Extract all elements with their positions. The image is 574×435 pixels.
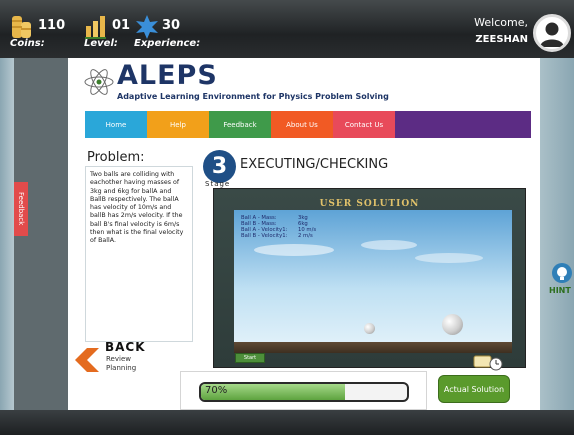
left-background-strip	[0, 58, 14, 410]
user-avatar-icon[interactable]	[533, 14, 571, 52]
right-background-strip	[540, 58, 574, 410]
brand-name: ALEPS	[117, 60, 218, 91]
progress-panel: 70%	[180, 371, 427, 410]
nav-spacer	[395, 111, 531, 138]
coins-value: 110	[38, 18, 66, 33]
atom-logo-icon	[84, 69, 114, 95]
star-burst-icon	[136, 15, 158, 39]
experience-value: 30	[162, 18, 181, 33]
level-label: Level:	[84, 38, 118, 49]
simulation-panel: USER SOLUTION Ball A - Mass: 3kg Ball B …	[213, 188, 526, 368]
step-title: EXECUTING/CHECKING	[240, 157, 389, 172]
readout-value: 2 m/s	[298, 233, 313, 239]
nav-about-us[interactable]: About Us	[271, 111, 333, 138]
stopwatch-icon[interactable]	[473, 353, 503, 371]
experience-label: Experience:	[134, 38, 201, 49]
nav-help[interactable]: Help	[147, 111, 209, 138]
avatar-silhouette	[540, 22, 564, 47]
stage-label: Stage	[205, 180, 231, 188]
actual-solution-button[interactable]: Actual Solution	[438, 375, 510, 403]
feedback-tab[interactable]: Feedback	[14, 182, 28, 236]
bottom-bar	[0, 410, 574, 435]
progress-track: 70%	[201, 384, 407, 400]
simulation-ground	[234, 342, 512, 353]
back-button[interactable]: BACK	[105, 340, 146, 354]
readout-row: Ball B - Velocity1: 2 m/s	[241, 233, 316, 239]
coin-stack-icon	[12, 16, 31, 38]
main-nav: Home Help Feedback About Us Contact Us	[85, 111, 531, 138]
problem-title: Problem:	[87, 150, 145, 165]
progress-text: 70%	[205, 385, 228, 396]
level-value: 01	[112, 18, 131, 33]
nav-feedback[interactable]: Feedback	[209, 111, 271, 138]
back-arrow-icon[interactable]	[73, 346, 101, 374]
nav-contact-us[interactable]: Contact Us	[333, 111, 395, 138]
lightbulb-icon[interactable]	[548, 262, 574, 286]
nav-home[interactable]: Home	[85, 111, 147, 138]
username[interactable]: ZEESHAN	[474, 34, 528, 45]
coins-label: Coins:	[10, 38, 45, 49]
welcome-block: Welcome, ZEESHAN	[474, 16, 528, 45]
hint-label[interactable]: HINT	[549, 286, 571, 295]
simulation-title: USER SOLUTION	[319, 199, 420, 209]
back-subtitle: Review Planning	[106, 355, 136, 373]
brand-tagline: Adaptive Learning Environment for Physic…	[117, 92, 389, 101]
progress-bar: 70%	[199, 382, 409, 402]
top-bar: 110 Coins: 01 Level: 30 Experience: Welc…	[0, 0, 574, 58]
ball-a	[364, 323, 375, 334]
readout-key: Ball B - Velocity1:	[241, 233, 288, 239]
simulation-readouts: Ball A - Mass: 3kg Ball B - Mass: 6kg Ba…	[241, 215, 316, 239]
start-button[interactable]: Start	[235, 353, 265, 363]
back-sub-line-2: Planning	[106, 364, 137, 372]
step-number-badge: 3	[203, 150, 236, 183]
welcome-text: Welcome,	[474, 16, 528, 29]
ball-b	[442, 314, 463, 335]
back-sub-line-1: Review	[106, 355, 131, 363]
level-bars-icon	[85, 16, 106, 39]
problem-text: Two balls are colliding with eachother h…	[85, 166, 193, 342]
